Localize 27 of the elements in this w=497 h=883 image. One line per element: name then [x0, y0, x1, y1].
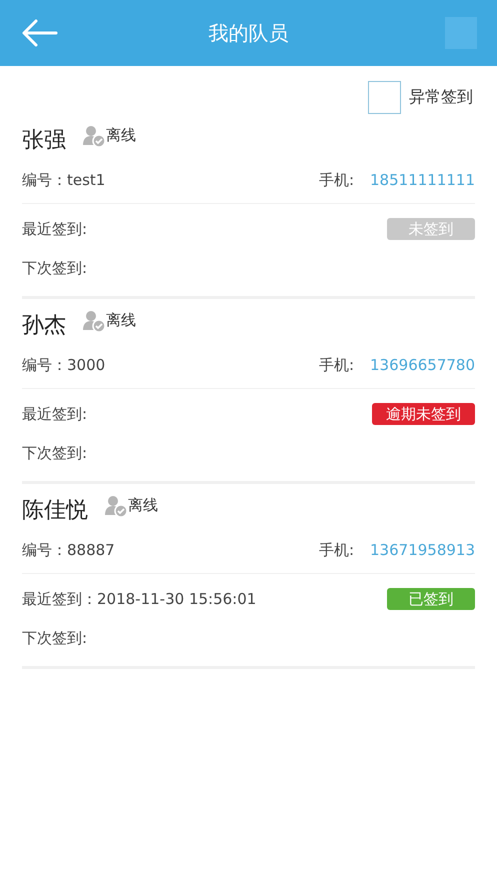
next-checkin: 下次签到:: [22, 628, 88, 649]
member-name: 孙杰: [22, 312, 66, 340]
phone-number[interactable]: 13696657780: [370, 354, 475, 377]
presence-label: 离线: [106, 310, 136, 331]
phone-number[interactable]: 13671958913: [370, 539, 475, 562]
phone-label: 手机:: [318, 355, 354, 376]
phone-number[interactable]: 18511111111: [370, 169, 475, 192]
member-id: 编号：88887: [22, 540, 115, 562]
member-name: 陈佳悦: [22, 496, 88, 524]
last-checkin: 最近签到：2018-11-30 15:56:01: [22, 588, 256, 610]
next-checkin: 下次签到:: [22, 442, 88, 464]
member-id: 编号：3000: [22, 355, 106, 376]
last-checkin: 最近签到:: [22, 218, 88, 240]
back-icon: [22, 19, 58, 47]
presence-label: 离线: [106, 125, 136, 146]
page-title: 我的队员: [208, 20, 288, 47]
presence-label: 离线: [128, 495, 158, 516]
status-badge: 逾期未签到: [372, 403, 475, 425]
checkbox-label: 异常签到: [409, 86, 473, 108]
member-name: 张强: [22, 126, 66, 154]
status-badge: 已签到: [387, 588, 475, 610]
last-checkin: 最近签到:: [22, 404, 88, 425]
next-checkin: 下次签到:: [22, 258, 88, 279]
checkbox[interactable]: [368, 80, 401, 114]
phone-label: 手机:: [318, 540, 354, 562]
phone-label: 手机:: [318, 170, 354, 192]
member-id: 编号：test1: [22, 170, 106, 192]
